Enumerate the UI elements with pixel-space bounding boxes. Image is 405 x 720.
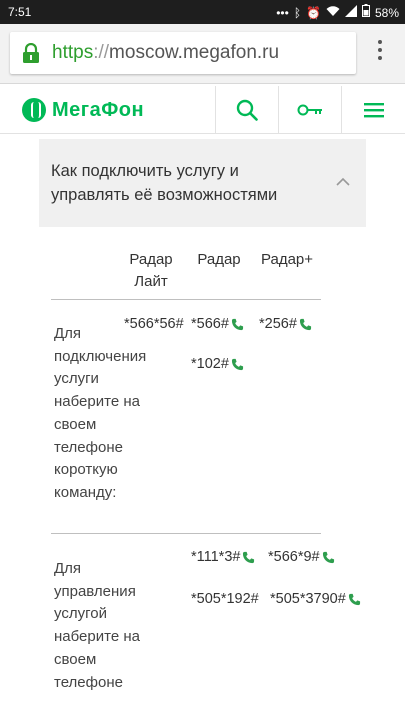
ussd-code: *505*192# bbox=[191, 591, 259, 607]
bluetooth-icon: ᛒ bbox=[293, 5, 302, 20]
ussd-code: *566*56# bbox=[124, 316, 184, 332]
login-button[interactable] bbox=[278, 86, 340, 133]
ussd-code: *256# bbox=[259, 316, 297, 332]
code-link[interactable]: *566*56# bbox=[124, 316, 184, 332]
accordion-title: Как подключить услугу и управлять её воз… bbox=[51, 162, 278, 204]
phone-icon bbox=[299, 318, 311, 330]
phone-icon bbox=[243, 551, 255, 563]
status-icons: ••• ᛒ ⏰ 58% bbox=[276, 4, 399, 21]
chevron-up-icon bbox=[336, 177, 350, 186]
signal-icon bbox=[344, 4, 357, 21]
browser-menu-icon[interactable] bbox=[377, 40, 383, 66]
accordion-header[interactable]: Как подключить услугу и управлять её воз… bbox=[39, 139, 366, 227]
logo-text: МегаФон bbox=[52, 98, 145, 121]
search-button[interactable] bbox=[215, 86, 277, 133]
battery-icon bbox=[361, 4, 370, 21]
menu-button[interactable] bbox=[341, 86, 405, 133]
url-text[interactable]: https://moscow.megafon.ru bbox=[52, 42, 279, 64]
megafon-logo-icon bbox=[22, 98, 46, 122]
status-time: 7:51 bbox=[8, 5, 32, 19]
wifi-icon bbox=[326, 5, 340, 21]
code-link[interactable]: *102# bbox=[191, 356, 244, 372]
battery-level: 58% bbox=[374, 5, 399, 20]
hamburger-icon bbox=[363, 102, 384, 117]
ussd-code: *566# bbox=[191, 316, 229, 332]
column-header-radar: Радар bbox=[197, 251, 241, 268]
browser-toolbar: https://moscow.megafon.ru bbox=[0, 24, 405, 84]
site-header: МегаФон bbox=[0, 86, 405, 134]
code-link[interactable]: *505*3790# bbox=[270, 591, 361, 607]
key-icon bbox=[297, 104, 322, 115]
ussd-code: *111*3# bbox=[191, 549, 241, 565]
alarm-icon: ⏰ bbox=[306, 5, 321, 20]
column-header-radar-lite: Радар Лайт bbox=[129, 251, 173, 290]
code-link[interactable]: *256# bbox=[259, 316, 312, 332]
phone-icon bbox=[348, 593, 360, 605]
dots-icon: ••• bbox=[276, 5, 289, 20]
address-bar[interactable]: https://moscow.megafon.ru bbox=[10, 32, 356, 74]
ussd-code: *505*3790# bbox=[270, 591, 346, 607]
code-link[interactable]: *111*3# bbox=[191, 549, 255, 565]
url-scheme: https bbox=[52, 42, 94, 63]
url-separator: :// bbox=[93, 42, 110, 63]
row-label-manage: Для управления услугой наберите на своем… bbox=[54, 560, 140, 691]
status-bar: 7:51 ••• ᛒ ⏰ 58% bbox=[0, 0, 405, 24]
megafon-logo[interactable]: МегаФон bbox=[22, 98, 144, 122]
code-link[interactable]: *566*9# bbox=[268, 549, 335, 565]
table-divider bbox=[51, 299, 321, 300]
column-header-radar-plus: Радар+ bbox=[260, 251, 314, 268]
phone-icon bbox=[322, 551, 334, 563]
table-divider bbox=[51, 533, 321, 534]
ussd-code: *102# bbox=[191, 356, 229, 372]
lock-icon bbox=[23, 43, 39, 63]
phone-icon bbox=[231, 318, 243, 330]
code-link[interactable]: *566# bbox=[191, 316, 244, 332]
ussd-code: *566*9# bbox=[268, 549, 320, 565]
search-icon bbox=[236, 99, 258, 121]
phone-icon bbox=[231, 358, 243, 370]
code-link[interactable]: *505*192# bbox=[191, 591, 259, 607]
row-label-connect: Для подключения услуги наберите на своем… bbox=[54, 325, 147, 501]
url-host: moscow.megafon.ru bbox=[109, 42, 280, 63]
